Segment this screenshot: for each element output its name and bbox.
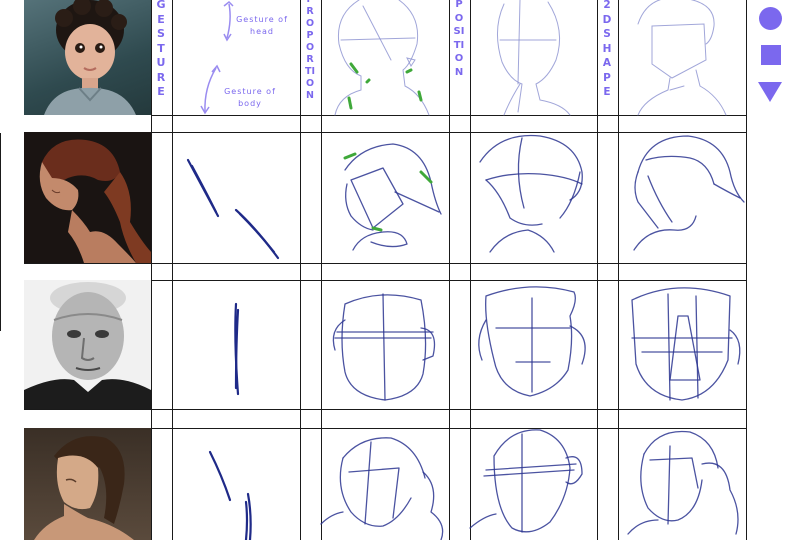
reference-photo-woman <box>24 132 151 263</box>
circle-shape-tool[interactable] <box>759 7 782 30</box>
note-gesture-of-head: Gesture of head <box>236 15 288 36</box>
grid-line <box>24 409 747 410</box>
gesture-sketch-old-man <box>234 302 240 396</box>
reference-photo-old-man <box>24 280 151 409</box>
proportion-sketch-long-haired-man <box>320 437 444 540</box>
proportion-sketch-child <box>334 0 430 116</box>
header-gesture: GESTURE <box>156 0 166 98</box>
gesture-sketch-woman <box>186 158 280 260</box>
proportion-sketch-woman <box>343 143 442 251</box>
header-2d-shape: 2D SHAPE <box>602 0 612 98</box>
square-shape-tool[interactable] <box>761 45 781 65</box>
grid-line <box>597 0 598 540</box>
triangle-shape-tool[interactable] <box>758 82 782 102</box>
position-sketch-long-haired-man <box>469 429 583 533</box>
shape-sketch-child <box>637 0 727 116</box>
proportion-sketch-old-man <box>332 293 436 401</box>
position-sketch-woman <box>479 134 583 253</box>
note-gesture-of-body: Gesture of body <box>224 87 276 108</box>
reference-photo-child <box>24 0 151 115</box>
shape-sketch-woman <box>633 135 745 251</box>
grid-line <box>746 0 747 540</box>
grid-line <box>449 0 450 540</box>
position-sketch-child <box>497 0 571 116</box>
margin-marker <box>0 133 1 331</box>
position-sketch-old-man <box>478 286 586 397</box>
shape-sketch-long-haired-man <box>627 430 739 535</box>
grid-line <box>300 0 301 540</box>
gesture-sketch-long-haired-man <box>208 450 252 540</box>
reference-photo-long-haired-man <box>24 428 151 540</box>
grid-line <box>151 0 152 540</box>
header-proportion: PROPORTION <box>304 0 315 101</box>
shape-sketch-old-man <box>631 287 741 401</box>
header-position: POSITION <box>453 0 465 78</box>
grid-line <box>24 263 747 264</box>
